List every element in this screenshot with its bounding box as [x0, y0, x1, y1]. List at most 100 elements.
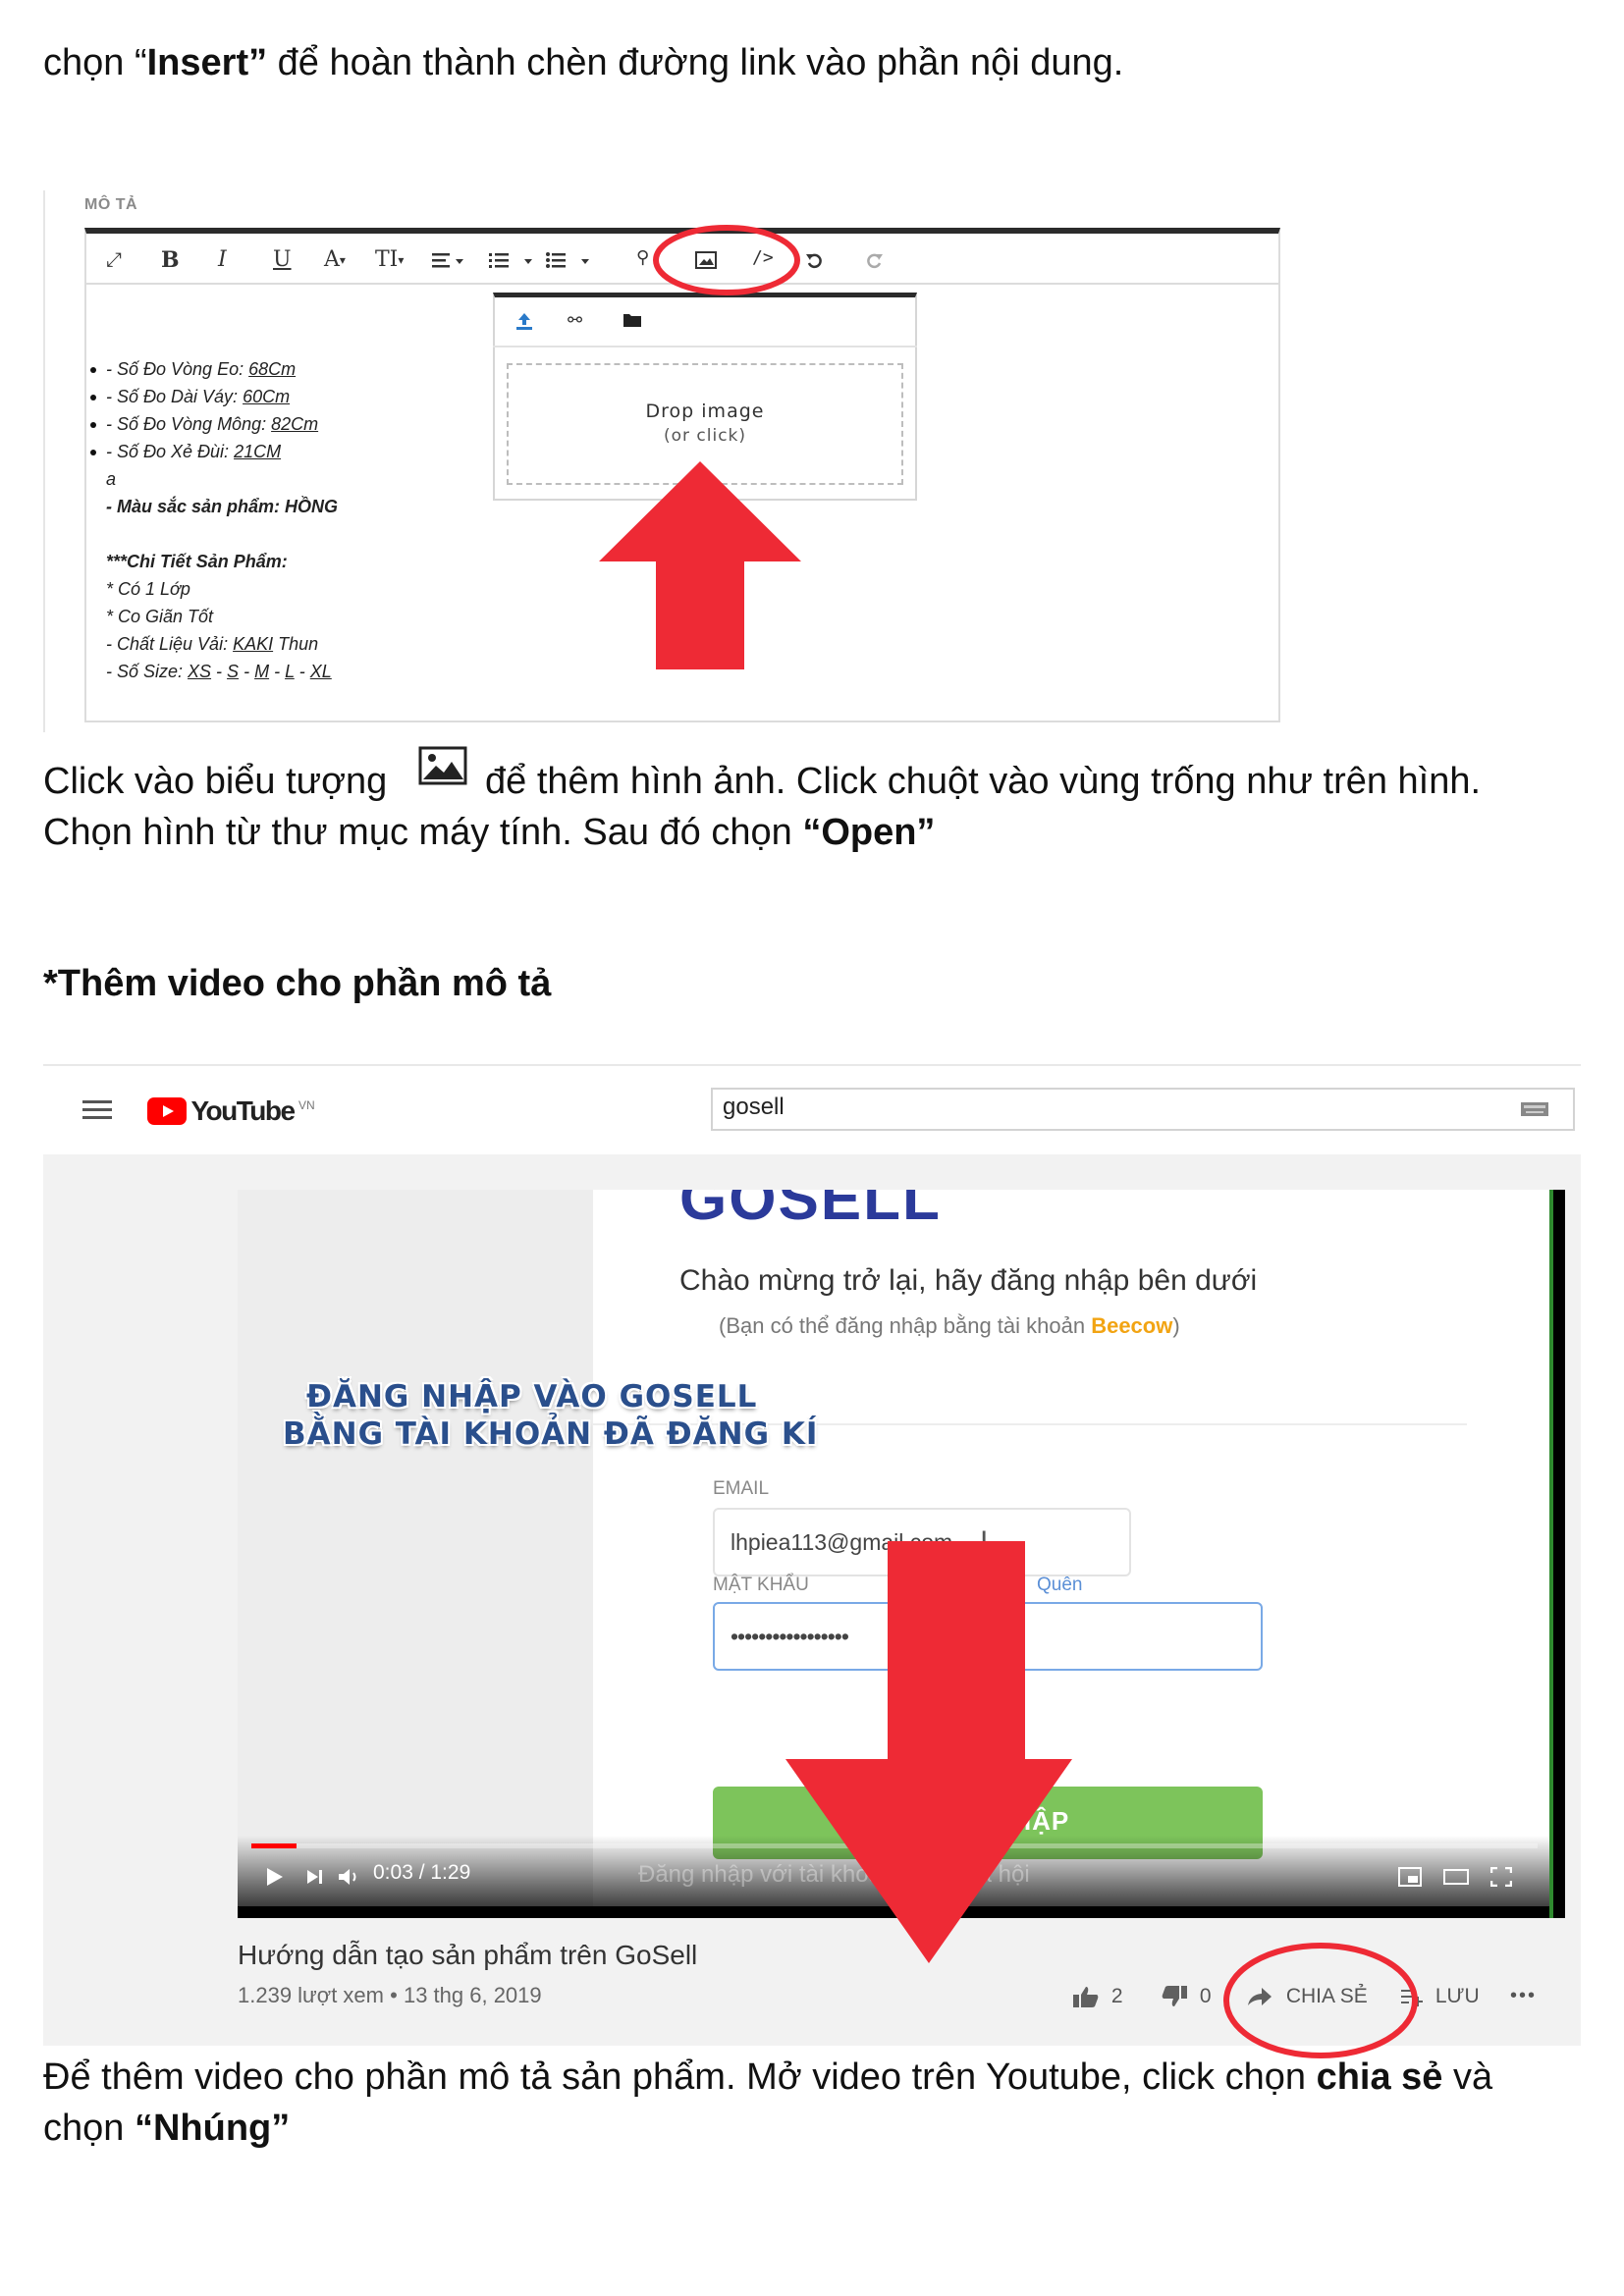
thumbs-down-icon	[1162, 1986, 1187, 2007]
drop-subtitle: (or click)	[663, 426, 747, 446]
thumbs-up-icon	[1073, 1987, 1099, 2008]
list-item: - Số Đo Vòng Eo: 68Cm	[90, 355, 338, 383]
font-color-button[interactable]: A▾	[324, 247, 346, 272]
search-value: gosell	[723, 1094, 785, 1120]
share-label: chia sẻ	[1316, 2056, 1443, 2098]
fullscreen-icon[interactable]	[1490, 1867, 1512, 1887]
step-image-line1-post: để thêm hình ảnh. Click chuột vào vùng t…	[485, 761, 1482, 802]
video-edge	[1549, 1190, 1553, 1918]
video-meta: 1.239 lượt xem • 13 thg 6, 2019	[238, 1983, 542, 2008]
dislike-button[interactable]: 0	[1161, 1985, 1212, 2008]
next-icon[interactable]	[306, 1869, 324, 1885]
embed-label: “Nhúng”	[134, 2108, 291, 2149]
youtube-play-icon	[147, 1097, 187, 1125]
image-icon[interactable]	[695, 251, 717, 269]
progress-fill	[251, 1843, 297, 1848]
ordered-list-icon[interactable]	[489, 251, 536, 271]
bold-button[interactable]: B	[161, 247, 180, 273]
play-icon[interactable]	[265, 1867, 285, 1887]
video-title[interactable]: Hướng dẫn tạo sản phẩm trên GoSell	[238, 1940, 697, 1971]
drop-title: Drop image	[645, 400, 765, 422]
list-item: - Số Đo Dài Váy: 60Cm	[90, 383, 338, 410]
list-item: - Số Đo Vòng Mông: 82Cm	[90, 410, 338, 438]
bullet	[90, 422, 96, 429]
step-image-line1: Click vào biểu tượng	[43, 756, 387, 808]
underline-button[interactable]: U	[273, 247, 292, 272]
menu-icon[interactable]	[82, 1099, 112, 1121]
bullet	[90, 395, 96, 401]
view-count: 1.239 lượt xem	[238, 1983, 384, 2007]
share-icon	[1248, 1988, 1272, 2006]
playlist-add-icon	[1401, 1990, 1423, 2007]
list-item: - Số Đo Xẻ Đùi: 21CM	[90, 438, 338, 465]
youtube-screenshot: YouTube VN gosell GOSELL Chào mừng trở l…	[43, 1064, 1581, 2058]
text-line: * Co Giãn Tốt	[106, 607, 214, 626]
editor-content[interactable]: - Số Đo Vòng Eo: 68Cm - Số Đo Dài Váy: 6…	[90, 355, 338, 685]
divider	[43, 1064, 1581, 1066]
font-size-button[interactable]: TI▾	[375, 247, 404, 272]
text-line: * Có 1 Lớp	[106, 579, 190, 599]
text-line: a	[106, 469, 117, 489]
align-icon[interactable]	[432, 251, 465, 271]
field-label: MÔ TẢ	[84, 196, 138, 213]
text-line: ***Chi Tiết Sản Phẩm:	[106, 552, 288, 571]
save-button[interactable]: LƯU	[1400, 1985, 1480, 2008]
video-frame: GOSELL Chào mừng trở lại, hãy đăng nhập …	[238, 1190, 1551, 1906]
email-label: EMAIL	[713, 1478, 770, 1499]
popup-tabs	[493, 298, 917, 347]
italic-button[interactable]: I	[218, 247, 227, 272]
email-value: lhpiea113@gmail.com	[731, 1529, 953, 1555]
undo-icon[interactable]	[805, 251, 825, 271]
redo-icon[interactable]	[864, 251, 884, 271]
miniplayer-icon[interactable]	[1398, 1867, 1422, 1887]
link-icon[interactable]: ⚲	[636, 247, 649, 268]
font-color-label: A	[324, 247, 340, 272]
more-actions-icon[interactable]: •••	[1510, 1985, 1537, 2007]
text-line: - Số Size: XS - S - M - L - XL	[106, 662, 332, 681]
caret-icon: ▾	[339, 253, 346, 267]
social-login-hint: Đăng nhập với tài khoản mạng xã hội	[638, 1861, 1030, 1888]
intro-paragraph: chọn “Insert” để hoàn thành chèn đường l…	[43, 37, 1123, 89]
section-heading: *Thêm video cho phần mô tả	[43, 963, 552, 1004]
folder-icon[interactable]	[623, 312, 642, 328]
keyboard-icon[interactable]	[1520, 1101, 1549, 1117]
password-value: •••••••••••••••••	[731, 1624, 849, 1649]
upload-icon[interactable]	[514, 312, 534, 330]
search-input[interactable]	[711, 1088, 1575, 1131]
text-line: - Màu sắc sản phẩm: HỒNG	[106, 497, 339, 516]
text-line: - Chất Liệu Vải: KAKI Thun	[106, 634, 319, 654]
caret-icon: ▾	[398, 253, 405, 267]
bullet	[90, 450, 96, 456]
step-image-pre: Click vào biểu tượng	[43, 761, 388, 802]
image-icon	[418, 746, 467, 785]
intro-post: để hoàn thành chèn đường link vào phần n…	[267, 42, 1124, 83]
progress-bar[interactable]	[251, 1843, 1538, 1848]
login-subtitle: (Bạn có thể đăng nhập bằng tài khoản Bee…	[719, 1313, 1180, 1338]
meta-dot: •	[390, 1983, 398, 2007]
like-button[interactable]: 2	[1072, 1985, 1123, 2008]
volume-icon[interactable]	[338, 1867, 361, 1887]
step-video-line1: Để thêm video cho phần mô tả sản phẩm. M…	[43, 2056, 1493, 2098]
time-display: 0:03 / 1:29	[373, 1861, 471, 1884]
editor-toolbar	[84, 234, 1280, 285]
theater-mode-icon[interactable]	[1443, 1869, 1469, 1885]
drop-zone[interactable]	[507, 363, 903, 485]
fullscreen-icon[interactable]: ⤢	[106, 247, 122, 271]
code-view-icon[interactable]: />	[752, 247, 774, 268]
share-button[interactable]: CHIA SẺ	[1247, 1985, 1368, 2008]
link-tab-icon[interactable]: ⚯	[568, 310, 582, 331]
forgot-link: Quên	[1037, 1575, 1083, 1595]
intro-pre: chọn “	[43, 42, 147, 83]
video-player[interactable]: GOSELL Chào mừng trở lại, hãy đăng nhập …	[238, 1190, 1565, 1918]
unordered-list-icon[interactable]	[546, 251, 593, 271]
password-label: MẬT KHẨU	[713, 1575, 809, 1595]
upload-date: 13 thg 6, 2019	[403, 1983, 542, 2007]
youtube-logo[interactable]: YouTube VN	[147, 1095, 315, 1126]
video-left-panel	[238, 1190, 593, 1906]
editor-screenshot: MÔ TẢ ⤢ B I U A▾ TI▾ ⚲ /> - Số Đo Vòng E…	[43, 190, 1290, 732]
step-video-line2: chọn “Nhúng”	[43, 2108, 291, 2149]
video-caption: ĐĂNG NHẬP VÀO GOSELL BẰNG TÀI KHOẢN ĐÃ Đ…	[283, 1379, 819, 1452]
login-greeting: Chào mừng trở lại, hãy đăng nhập bên dướ…	[679, 1264, 1258, 1297]
text-cursor-icon: I	[980, 1525, 989, 1558]
font-size-label: TI	[375, 247, 399, 272]
